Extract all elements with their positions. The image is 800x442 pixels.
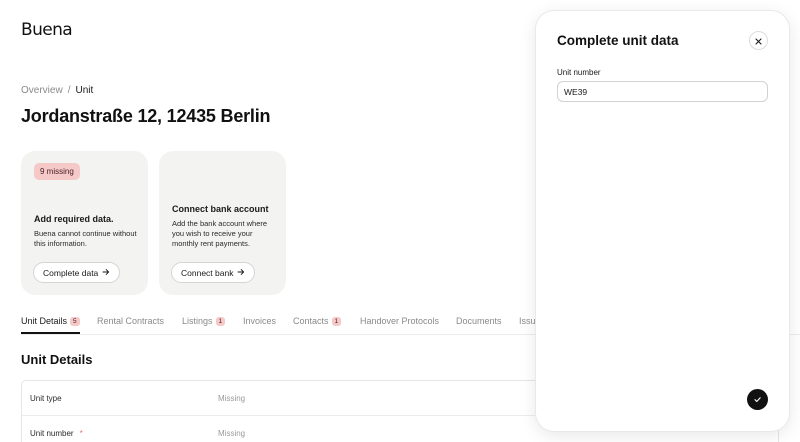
drawer-title: Complete unit data xyxy=(557,33,679,48)
tab-unit-details[interactable]: Unit Details 5 xyxy=(21,316,80,334)
checkmark-icon xyxy=(753,392,762,407)
breadcrumb-overview[interactable]: Overview xyxy=(21,85,63,96)
tab-count-badge: 1 xyxy=(215,316,226,326)
section-title: Unit Details xyxy=(21,352,93,367)
page-title: Jordanstraße 12, 12435 Berlin xyxy=(21,106,271,126)
unit-number-label: Unit number xyxy=(557,68,601,77)
button-label: Complete data xyxy=(43,267,99,278)
card-description: Add the bank account where you wish to r… xyxy=(172,219,268,248)
button-label: Connect bank xyxy=(181,267,234,278)
close-button[interactable] xyxy=(749,31,768,50)
tab-documents[interactable]: Documents xyxy=(456,316,502,326)
row-label: Unit type xyxy=(30,394,62,403)
tab-label: Rental Contracts xyxy=(97,316,165,326)
tab-rental-contracts[interactable]: Rental Contracts xyxy=(97,316,164,326)
tab-issues[interactable]: Issu xyxy=(519,316,536,326)
card-description: Buena cannot continue without this infor… xyxy=(34,229,137,248)
breadcrumb: Overview / Unit xyxy=(21,85,93,96)
arrow-right-icon xyxy=(237,268,245,278)
confirm-button[interactable] xyxy=(747,389,768,410)
row-label: Unit number * xyxy=(30,429,83,438)
tab-count-badge: 1 xyxy=(331,316,342,326)
connect-bank-button[interactable]: Connect bank xyxy=(171,262,256,283)
tab-count-badge: 5 xyxy=(70,316,80,326)
tab-label: Contacts xyxy=(293,316,329,326)
unit-number-input[interactable] xyxy=(557,81,768,102)
row-value: Missing xyxy=(218,394,246,403)
tab-listings[interactable]: Listings 1 xyxy=(182,316,226,326)
tab-label: Invoices xyxy=(243,316,277,326)
tab-label: Unit Details xyxy=(21,316,68,326)
card-heading: Connect bank account xyxy=(172,204,269,214)
tab-label: Handover Protocols xyxy=(360,316,440,326)
arrow-right-icon xyxy=(102,268,110,278)
tab-handover-protocols[interactable]: Handover Protocols xyxy=(360,316,439,326)
tab-contacts[interactable]: Contacts 1 xyxy=(293,316,342,326)
tab-label: Issu xyxy=(519,316,536,326)
row-value: Missing xyxy=(218,429,246,438)
required-data-card: 9 missing Add required data. Buena canno… xyxy=(21,151,148,295)
row-label-text: Unit number xyxy=(30,429,74,438)
close-icon xyxy=(755,33,762,48)
tab-label: Documents xyxy=(456,316,502,326)
tab-invoices[interactable]: Invoices xyxy=(243,316,276,326)
breadcrumb-unit: Unit xyxy=(75,85,94,96)
card-heading: Add required data. xyxy=(34,214,114,224)
bank-account-card: Connect bank account Add the bank accoun… xyxy=(159,151,286,295)
complete-unit-data-drawer: Complete unit data Unit number xyxy=(536,11,789,431)
app-logo[interactable]: Buena xyxy=(21,20,73,40)
complete-data-button[interactable]: Complete data xyxy=(33,262,121,283)
missing-count-badge: 9 missing xyxy=(34,163,80,180)
breadcrumb-separator: / xyxy=(67,85,71,96)
required-marker: * xyxy=(79,429,83,438)
tab-label: Listings xyxy=(182,316,213,326)
